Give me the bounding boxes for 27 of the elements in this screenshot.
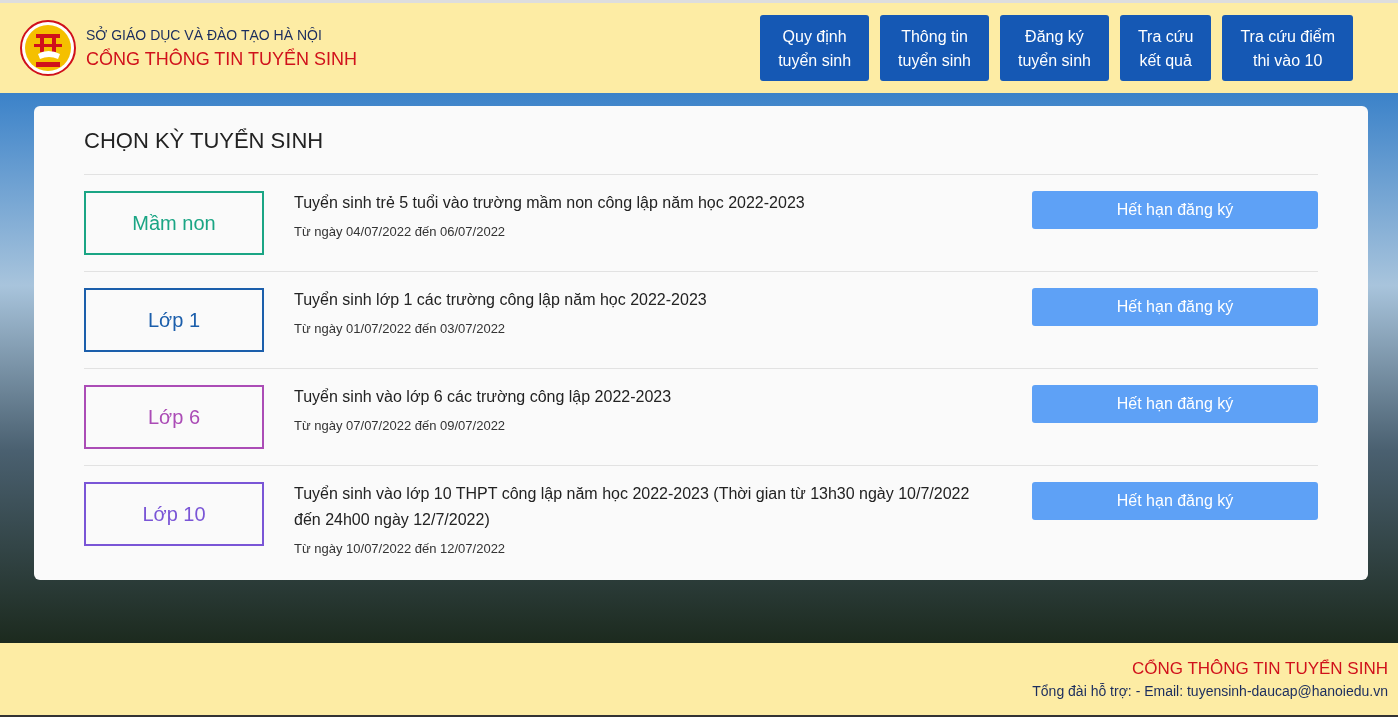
admission-title: Tuyển sinh vào lớp 6 các trường công lập 2022-2023 <box>294 387 673 407</box>
support-contact: Tổng đài hỗ trợ: - Email: tuyensinh-daucap@hanoiedu.vn <box>1032 683 1388 699</box>
nav-button[interactable]: Tra cứu kết quả <box>1119 15 1212 81</box>
admission-dates: Từ ngày 01/07/2022 đến 03/07/2022 <box>294 321 507 336</box>
registration-closed-button[interactable]: Hết hạn đăng ký <box>1032 385 1318 423</box>
level-badge[interactable]: Lớp 1 <box>84 288 264 352</box>
panel-title: CHỌN KỲ TUYỂN SINH <box>84 128 324 154</box>
admission-title: Tuyển sinh lớp 1 các trường công lập năm học 2022-2023 <box>294 290 708 310</box>
nav-button[interactable]: Thông tin tuyển sinh <box>880 15 989 81</box>
admission-dates: Từ ngày 07/07/2022 đến 09/07/2022 <box>294 418 507 433</box>
admission-dates: Từ ngày 10/07/2022 đến 12/07/2022 <box>294 541 507 556</box>
level-badge[interactable]: Lớp 6 <box>84 385 264 449</box>
admission-title: Tuyển sinh trẻ 5 tuổi vào trường mầm non công lập năm học 2022-2023 <box>294 193 806 213</box>
nav-button[interactable]: Đăng ký tuyển sinh <box>1000 15 1109 81</box>
admission-dates: Từ ngày 04/07/2022 đến 06/07/2022 <box>294 224 507 239</box>
registration-closed-button[interactable]: Hết hạn đăng ký <box>1032 288 1318 326</box>
level-badge[interactable]: Mầm non <box>84 191 264 255</box>
nav-button[interactable]: Tra cứu điểm thi vào 10 <box>1222 15 1353 81</box>
nav-button[interactable]: Quy định tuyển sinh <box>760 15 870 81</box>
department-name: SỞ GIÁO DỤC VÀ ĐÀO TẠO HÀ NỘI <box>86 26 322 43</box>
portal-title: CỔNG THÔNG TIN TUYỂN SINH <box>86 48 358 70</box>
registration-closed-button[interactable]: Hết hạn đăng ký <box>1032 191 1318 229</box>
admission-title: Tuyển sinh vào lớp 10 THPT công lập năm học 2022-2023 (Thời gian từ 13h30 ngày 10/7/2022 đến 24h00 ngày 12/7/2022) <box>294 484 971 530</box>
logo-icon <box>20 20 76 76</box>
footer-portal-title: CỔNG THÔNG TIN TUYỂN SINH <box>1132 659 1388 679</box>
registration-closed-button[interactable]: Hết hạn đăng ký <box>1032 482 1318 520</box>
level-badge[interactable]: Lớp 10 <box>84 482 264 546</box>
